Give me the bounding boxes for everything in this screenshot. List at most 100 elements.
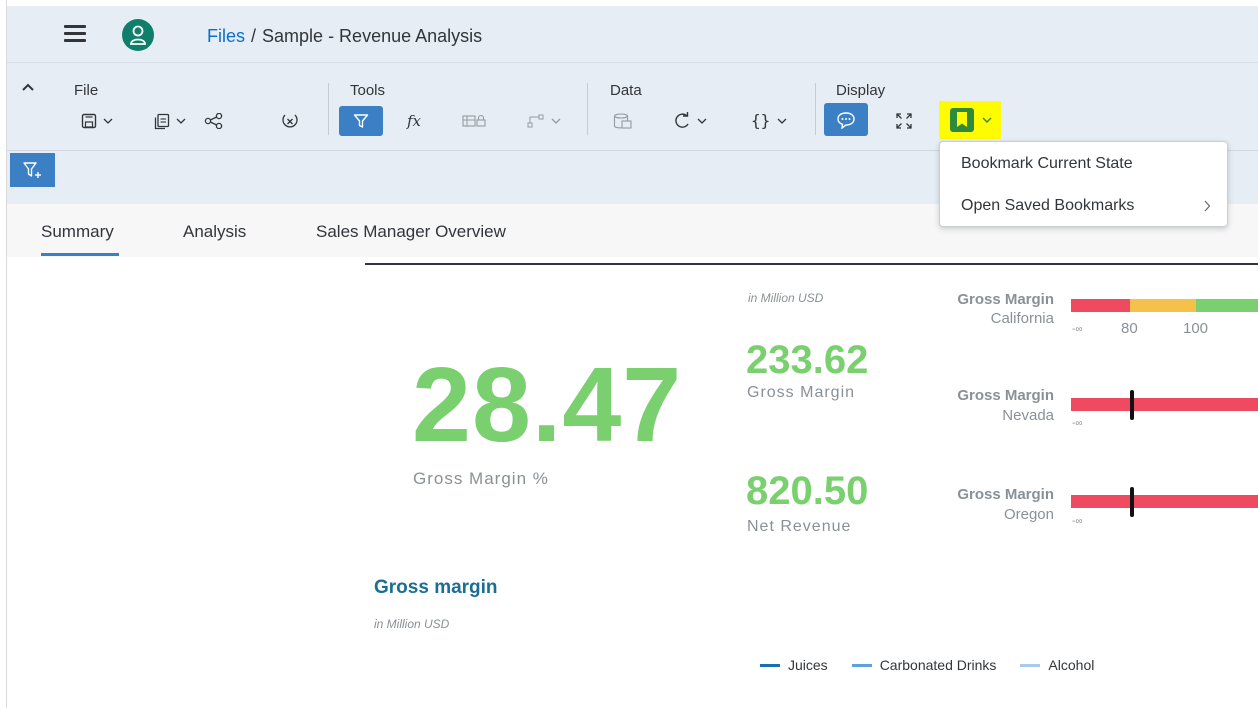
chevron-right-icon [1203,186,1211,228]
legend-label: Alcohol [1048,657,1095,673]
active-tab-indicator [41,253,119,256]
data-group-label: Data [610,82,642,99]
tab-summary[interactable]: Summary [41,222,114,242]
bookmark-dropdown-menu: Bookmark Current State Open Saved Bookma… [939,141,1228,227]
menu-item-label: Open Saved Bookmarks [961,197,1135,214]
refresh-menu-button[interactable] [665,106,715,136]
menu-item-label: Bookmark Current State [961,155,1133,172]
toolbar: File Tools fx Data {} Display [7,63,1258,151]
tab-analysis[interactable]: Analysis [183,222,246,242]
formula-icon: fx [406,113,422,129]
gauge-bar-red-segment [1071,398,1258,411]
gauge-tick-label: -∞ [1072,418,1083,429]
formula-button[interactable]: fx [402,106,432,136]
add-filter-button[interactable] [10,153,55,187]
gauge-bar-yellow-segment [1130,299,1196,312]
gauge-tick-label: 80 [1121,320,1138,337]
database-icon [613,113,632,129]
copy-icon [154,113,170,129]
kpi-unit-note: in Million USD [748,291,824,305]
link-menu-button[interactable] [519,106,569,136]
fullscreen-button[interactable] [889,106,919,136]
user-icon [130,25,146,45]
display-group-label: Display [836,82,886,99]
chart-legend: Juices Carbonated Drinks Alcohol [760,657,1118,673]
shell-bar: Files / Sample - Revenue Analysis [7,6,1258,63]
link-dimension-icon [527,114,544,128]
gauge-tick-label: -∞ [1072,324,1083,335]
menu-item-bookmark-current-state[interactable]: Bookmark Current State [940,144,1227,184]
filter-button[interactable] [339,106,383,136]
gauge-bar-red-segment [1071,495,1258,508]
bookmark-icon [950,108,974,132]
chevron-down-icon [103,118,113,124]
comment-icon [837,111,855,129]
svg-text:fx: fx [406,113,422,129]
gross-margin-percent-label: Gross Margin % [413,469,549,488]
gross-margin-chart-title: Gross margin [374,577,498,598]
gauge-bar-green-segment [1196,299,1258,312]
gross-margin-percent-value: 28.47 [412,346,683,464]
legend-item-juices[interactable]: Juices [760,657,828,673]
gauge-bar-red-segment [1071,299,1130,312]
legend-label: Carbonated Drinks [879,657,997,673]
gauge-region-oregon: Oregon [1003,506,1054,523]
filter-icon [353,114,369,128]
legend-label: Juices [788,657,828,673]
gauge-title: Gross Margin [957,291,1054,308]
chevron-down-icon [551,118,561,124]
net-revenue-value: 820.50 [746,469,869,513]
gauge-tick-label: 100 [1183,320,1209,337]
user-avatar[interactable] [122,19,154,51]
legend-item-alcohol[interactable]: Alcohol [1020,657,1094,673]
table-lock-button[interactable] [457,106,491,136]
script-menu-button[interactable]: {} [744,106,794,136]
save-icon [81,113,97,129]
breadcrumb: Files / Sample - Revenue Analysis [207,25,482,47]
chart-unit-note: in Million USD [374,617,450,631]
toolbar-divider [328,83,329,135]
share-button[interactable] [199,106,229,136]
svg-text:{}: {} [751,112,770,130]
data-source-button[interactable] [608,106,638,136]
content-top-border [365,263,1258,265]
legend-swatch [851,663,872,667]
collapse-toolbar-icon[interactable] [21,79,37,93]
chevron-down-icon [982,117,992,123]
file-group-label: File [74,82,99,99]
tools-group-label: Tools [350,82,386,99]
copy-menu-button[interactable] [147,106,193,136]
gauge-tick-label: -∞ [1072,516,1083,527]
gross-margin-label: Gross Margin [747,384,856,401]
gross-margin-value: 233.62 [746,338,869,382]
breadcrumb-separator: / [251,26,257,46]
comment-button[interactable] [824,103,868,136]
close-icon [282,114,298,128]
toolbar-divider [587,83,588,135]
net-revenue-label: Net Revenue [747,518,852,535]
share-icon [204,113,223,129]
save-menu-button[interactable] [74,106,120,136]
chevron-down-icon [176,118,186,124]
legend-swatch [1020,663,1041,667]
chevron-down-icon [777,118,787,124]
bookmark-menu-button[interactable] [939,101,1001,139]
breadcrumb-files-link[interactable]: Files [207,26,245,46]
gauge-region-california: California [990,310,1054,327]
gauge-marker [1130,390,1134,420]
table-lock-icon [462,114,486,127]
braces-icon: {} [751,112,770,130]
gauge-title: Gross Margin [957,387,1054,404]
close-button[interactable] [275,106,305,136]
chevron-down-icon [697,118,707,124]
legend-item-carbonated-drinks[interactable]: Carbonated Drinks [851,657,997,673]
menu-icon[interactable] [64,25,86,43]
breadcrumb-current: Sample - Revenue Analysis [262,26,483,46]
fullscreen-icon [896,113,912,129]
menu-item-open-saved-bookmarks[interactable]: Open Saved Bookmarks [940,186,1227,226]
gauge-region-nevada: Nevada [1002,407,1054,424]
tab-sales-manager-overview[interactable]: Sales Manager Overview [316,222,506,242]
refresh-icon [675,112,689,128]
gauge-marker [1130,487,1134,517]
legend-swatch [760,663,780,667]
